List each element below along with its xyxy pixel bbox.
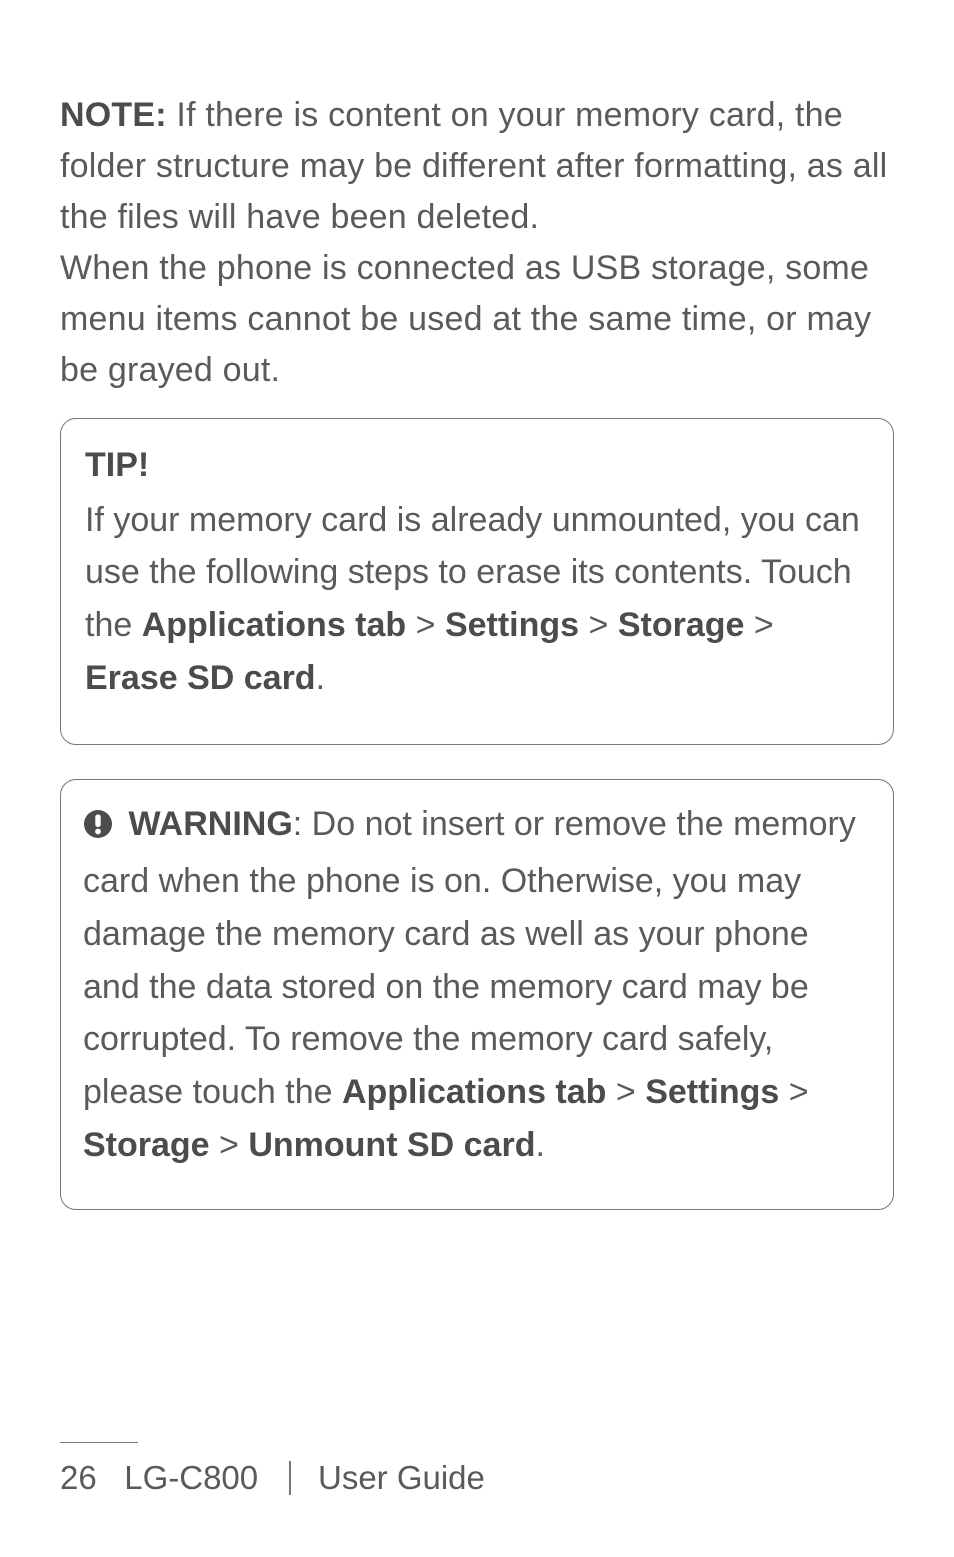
tip-gt1: > (406, 606, 445, 644)
warning-unmount-sd-card: Unmount SD card (248, 1126, 535, 1164)
note-label: NOTE: (60, 96, 167, 134)
page: NOTE: If there is content on your memory… (0, 0, 954, 1557)
tip-box: TIP! If your memory card is already unmo… (60, 418, 894, 745)
footer-guide-label: User Guide (318, 1459, 485, 1496)
tip-title: TIP! (85, 439, 869, 492)
tip-applications-tab: Applications tab (142, 606, 406, 644)
warning-settings: Settings (645, 1073, 779, 1111)
footer-rule (60, 1442, 138, 1443)
footer-model: LG-C800 (124, 1459, 258, 1496)
note-line2: When the phone is connected as USB stora… (60, 249, 871, 389)
warning-period: . (535, 1126, 544, 1164)
warning-gt1: > (606, 1073, 645, 1111)
warning-icon (83, 802, 113, 855)
warning-label: WARNING (119, 805, 293, 843)
tip-gt3: > (744, 606, 773, 644)
warning-gt3: > (210, 1126, 249, 1164)
warning-gt2: > (779, 1073, 808, 1111)
footer-divider (289, 1461, 291, 1495)
warning-applications-tab: Applications tab (342, 1073, 606, 1111)
warning-storage: Storage (83, 1126, 210, 1164)
note-paragraph: NOTE: If there is content on your memory… (60, 90, 894, 396)
page-number: 26 (60, 1459, 97, 1496)
note-text: If there is content on your memory card,… (60, 96, 887, 236)
tip-erase-sd-card: Erase SD card (85, 659, 316, 697)
page-footer: 26 LG-C800 User Guide (0, 1442, 954, 1497)
tip-settings: Settings (445, 606, 579, 644)
warning-text-segment: : Do not insert or remove the memory car… (83, 805, 856, 1110)
tip-storage: Storage (618, 606, 745, 644)
warning-box: WARNING: Do not insert or remove the mem… (60, 779, 894, 1210)
tip-period: . (316, 659, 325, 697)
tip-gt2: > (579, 606, 618, 644)
